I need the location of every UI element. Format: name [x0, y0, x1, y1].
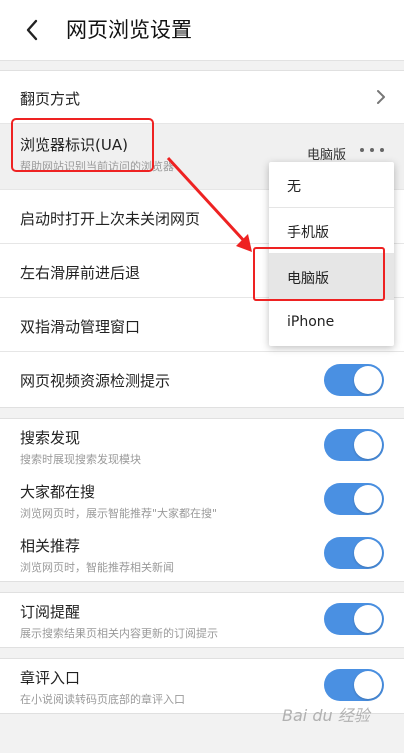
related-toggle[interactable] [324, 537, 384, 569]
comment-sub: 在小说阅读转码页底部的章评入口 [20, 693, 185, 706]
ua-option-none[interactable]: 无 [269, 162, 394, 208]
more-icon[interactable] [360, 148, 384, 154]
ua-option-label: iPhone [287, 314, 335, 330]
comment-toggle[interactable] [324, 669, 384, 701]
toggle-knob [354, 366, 382, 394]
desktop-highlight-box [253, 247, 385, 301]
ua-value: 电脑版 [306, 148, 346, 163]
discover-label: 搜索发现 [20, 429, 81, 447]
video-detect-toggle[interactable] [324, 364, 384, 396]
toggle-knob [354, 485, 382, 513]
subscribe-row: 订阅提醒 展示搜索结果页相关内容更新的订阅提示 [0, 593, 404, 647]
watermark: Bai du 经验 [282, 706, 370, 725]
comment-label: 章评入口 [20, 669, 81, 687]
related-sub: 浏览网页时，智能推荐相关新闻 [20, 561, 174, 574]
swipe-label: 左右滑屏前进后退 [20, 264, 141, 282]
ua-option-iphone[interactable]: iPhone [269, 300, 394, 346]
page-title: 网页浏览设置 [66, 18, 192, 42]
search-settings-group: 搜索发现 搜索时展现搜索发现模块 大家都在搜 浏览网页时，展示智能推荐"大家都在… [0, 418, 404, 582]
two-finger-label: 双指滑动管理窗口 [20, 318, 141, 336]
discover-row: 搜索发现 搜索时展现搜索发现模块 [0, 419, 404, 473]
subscribe-group: 订阅提醒 展示搜索结果页相关内容更新的订阅提示 [0, 592, 404, 648]
ua-option-label: 手机版 [287, 225, 329, 241]
restore-label: 启动时打开上次未关闭网页 [20, 210, 201, 228]
related-row: 相关推荐 浏览网页时，智能推荐相关新闻 [0, 527, 404, 581]
page-flip-row[interactable]: 翻页方式 [0, 71, 404, 124]
discover-sub: 搜索时展现搜索发现模块 [20, 453, 141, 466]
ua-option-label: 无 [287, 179, 301, 195]
toggle-knob [354, 539, 382, 567]
subscribe-toggle[interactable] [324, 603, 384, 635]
toggle-knob [354, 671, 382, 699]
trending-sub: 浏览网页时，展示智能推荐"大家都在搜" [20, 507, 218, 520]
toggle-knob [354, 605, 382, 633]
subscribe-sub: 展示搜索结果页相关内容更新的订阅提示 [20, 627, 218, 640]
chevron-left-icon [26, 19, 38, 41]
header-bar: 网页浏览设置 [0, 0, 404, 61]
trending-row: 大家都在搜 浏览网页时，展示智能推荐"大家都在搜" [0, 473, 404, 527]
ua-highlight-box [11, 118, 154, 172]
toggle-knob [354, 431, 382, 459]
video-detect-row: 网页视频资源检测提示 [0, 352, 404, 407]
subscribe-label: 订阅提醒 [20, 603, 81, 621]
back-button[interactable] [14, 14, 50, 46]
trending-toggle[interactable] [324, 483, 384, 515]
trending-label: 大家都在搜 [20, 483, 96, 501]
chevron-right-icon [377, 90, 385, 104]
discover-toggle[interactable] [324, 429, 384, 461]
related-label: 相关推荐 [20, 537, 81, 555]
page-flip-label: 翻页方式 [20, 90, 81, 108]
video-detect-label: 网页视频资源检测提示 [20, 372, 171, 390]
